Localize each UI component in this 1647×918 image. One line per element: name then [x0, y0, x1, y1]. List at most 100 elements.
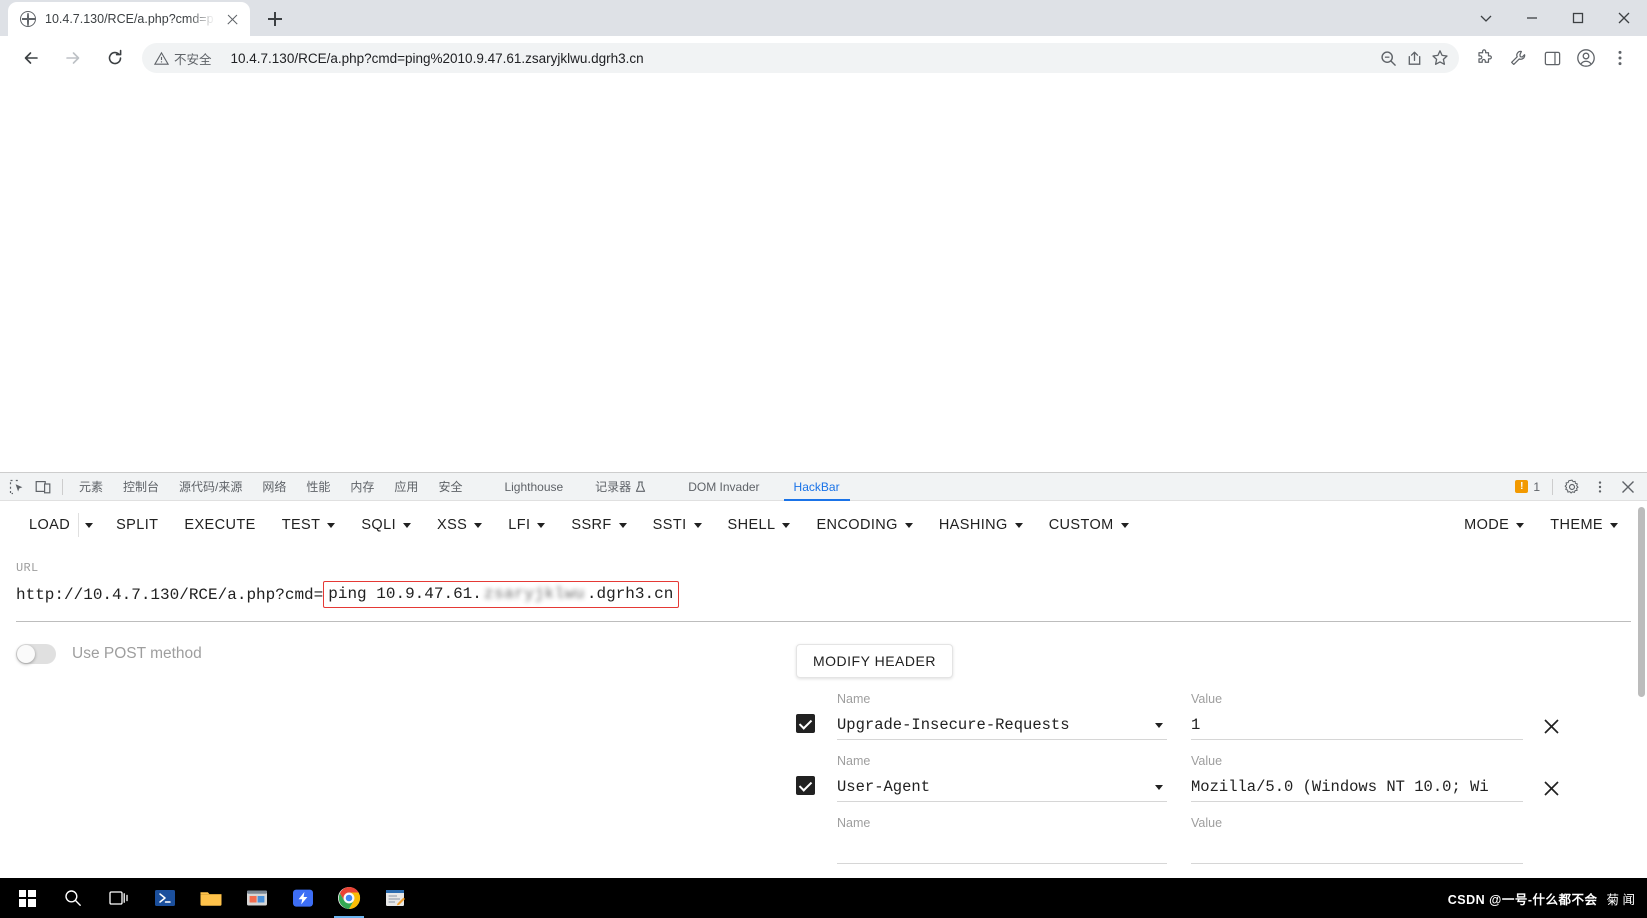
hackbar-menu-custom[interactable]: CUSTOM: [1036, 501, 1142, 549]
header-name-field: Name: [837, 816, 1167, 864]
tools-icon[interactable]: [1503, 43, 1533, 73]
header-value-input[interactable]: 1: [1191, 710, 1523, 740]
chevron-down-icon[interactable]: [1155, 785, 1163, 790]
url-field-line[interactable]: http://10.4.7.130/RCE/a.php?cmd= ping 10…: [16, 581, 1631, 608]
remove-header-icon[interactable]: [1537, 718, 1565, 735]
header-name-value: Upgrade-Insecure-Requests: [837, 715, 1070, 734]
payload-blurred-subdomain: zsaryjklwu: [483, 585, 585, 603]
devtools-tab-application[interactable]: 应用: [384, 473, 428, 501]
devtools-tab-network[interactable]: 网络: [252, 473, 296, 501]
devtools-tab-hackbar[interactable]: HackBar: [784, 473, 850, 501]
profile-avatar-icon[interactable]: [1571, 43, 1601, 73]
hackbar-menu-theme[interactable]: THEME: [1537, 501, 1631, 549]
hackbar-menu-split[interactable]: SPLIT: [103, 501, 171, 549]
app-button-1[interactable]: [234, 878, 280, 918]
share-icon[interactable]: [1401, 45, 1427, 71]
header-name-input[interactable]: User-Agent: [837, 772, 1167, 802]
chevron-down-icon[interactable]: [1463, 0, 1509, 36]
hackbar-menu-mode[interactable]: MODE: [1451, 501, 1537, 549]
devtools-tab-dom-invader[interactable]: DOM Invader: [678, 473, 769, 501]
chevron-down-icon: [1120, 522, 1129, 528]
device-toolbar-icon[interactable]: [30, 474, 56, 500]
hackbar-menu-sqli[interactable]: SQLI: [348, 501, 424, 549]
hackbar-scrollbar[interactable]: [1638, 507, 1645, 697]
hackbar-menu-test[interactable]: TEST: [269, 501, 349, 549]
chrome-menu-icon[interactable]: [1605, 43, 1635, 73]
hackbar-menu-ssrf[interactable]: SSRF: [558, 501, 639, 549]
folder-icon: [200, 892, 222, 906]
hackbar-menu-shell-label: SHELL: [727, 517, 776, 533]
hackbar-menu-hashing[interactable]: HASHING: [926, 501, 1036, 549]
address-bar-url[interactable]: 10.4.7.130/RCE/a.php?cmd=ping%2010.9.47.…: [231, 51, 1375, 66]
devtools-tab-recorder[interactable]: 记录器: [585, 473, 656, 501]
header-enabled-checkbox[interactable]: [796, 714, 815, 733]
chrome-icon: [338, 887, 361, 909]
devtools-tab-elements[interactable]: 元素: [69, 473, 113, 501]
hackbar-menu-lfi[interactable]: LFI: [495, 501, 558, 549]
devtools-tab-security[interactable]: 安全: [428, 473, 472, 501]
sidepanel-icon[interactable]: [1537, 43, 1567, 73]
powershell-icon: [155, 890, 175, 906]
chevron-down-icon[interactable]: [1155, 723, 1163, 728]
powershell-button[interactable]: [142, 878, 188, 918]
header-value-label: Value: [1191, 816, 1223, 830]
tab-title: 10.4.7.130/RCE/a.php?cmd=p: [45, 12, 214, 26]
header-name-input[interactable]: Upgrade-Insecure-Requests: [837, 710, 1167, 740]
chevron-down-icon: [1014, 522, 1023, 528]
browser-tab[interactable]: 10.4.7.130/RCE/a.php?cmd=p: [8, 2, 250, 36]
new-tab-button[interactable]: [261, 5, 289, 33]
window-close-icon[interactable]: [1601, 0, 1647, 36]
devtools-tab-lighthouse[interactable]: Lighthouse: [494, 473, 573, 501]
chrome-button[interactable]: [326, 878, 372, 918]
devtools-tab-sources[interactable]: 源代码/来源: [169, 473, 252, 501]
header-name-input[interactable]: [837, 834, 1167, 864]
header-value-input[interactable]: [1191, 834, 1523, 864]
modify-header-button[interactable]: MODIFY HEADER: [796, 644, 953, 678]
devtools-tab-console[interactable]: 控制台: [113, 473, 169, 501]
post-method-row[interactable]: Use POST method: [16, 644, 796, 664]
hackbar-menu-encoding[interactable]: ENCODING: [803, 501, 925, 549]
tray-ime-text[interactable]: 菊 闻: [1607, 889, 1635, 908]
use-post-method-toggle[interactable]: [16, 644, 56, 664]
maximize-icon[interactable]: [1555, 0, 1601, 36]
start-button[interactable]: [4, 878, 50, 918]
hackbar-menu-load[interactable]: LOAD: [16, 501, 78, 549]
task-view-button[interactable]: [96, 878, 142, 918]
devtools-tab-performance[interactable]: 性能: [296, 473, 340, 501]
inspect-element-icon[interactable]: [4, 474, 30, 500]
devtools-close-icon[interactable]: [1615, 474, 1641, 500]
url-prefix-text: http://10.4.7.130/RCE/a.php?cmd=: [16, 585, 324, 604]
remove-header-icon[interactable]: [1537, 780, 1565, 797]
hackbar-menu-execute[interactable]: EXECUTE: [171, 501, 268, 549]
warning-count: 1: [1533, 479, 1540, 494]
file-explorer-button[interactable]: [188, 878, 234, 918]
thunder-button[interactable]: [280, 878, 326, 918]
hackbar-menu-xss[interactable]: XSS: [424, 501, 495, 549]
omnibox[interactable]: 不安全 10.4.7.130/RCE/a.php?cmd=ping%2010.9…: [142, 43, 1459, 73]
editor-button[interactable]: [372, 878, 418, 918]
header-value-input[interactable]: Mozilla/5.0 (Windows NT 10.0; Wi: [1191, 772, 1523, 802]
zoom-icon[interactable]: [1375, 45, 1401, 71]
hackbar-menu-shell[interactable]: SHELL: [715, 501, 804, 549]
page-viewport: [0, 80, 1647, 472]
settings-gear-icon[interactable]: [1559, 474, 1585, 500]
header-enabled-checkbox[interactable]: [796, 838, 815, 857]
tab-close-icon[interactable]: [224, 11, 241, 28]
extensions-puzzle-icon[interactable]: [1469, 43, 1499, 73]
back-arrow-icon[interactable]: [15, 42, 47, 74]
devtools-tab-recorder-label: 记录器: [595, 479, 632, 494]
windows-taskbar: CSDN @一号-什么都不会 菊 闻: [0, 878, 1647, 918]
header-row: Name Value: [796, 816, 1631, 864]
hackbar-menu-ssti[interactable]: SSTI: [640, 501, 715, 549]
site-security-chip[interactable]: 不安全: [150, 46, 221, 70]
bookmark-star-icon[interactable]: [1427, 45, 1453, 71]
header-enabled-checkbox[interactable]: [796, 776, 815, 795]
warning-count-badge[interactable]: ! 1: [1515, 480, 1546, 494]
reload-icon[interactable]: [99, 42, 131, 74]
devtools-tab-memory[interactable]: 内存: [340, 473, 384, 501]
url-selected-payload[interactable]: ping 10.9.47.61. zsaryjklwu .dgrh3.cn: [323, 581, 680, 608]
more-vertical-icon[interactable]: [1587, 474, 1613, 500]
hackbar-menu-load-caret[interactable]: [79, 501, 103, 549]
minimize-icon[interactable]: [1509, 0, 1555, 36]
search-button[interactable]: [50, 878, 96, 918]
